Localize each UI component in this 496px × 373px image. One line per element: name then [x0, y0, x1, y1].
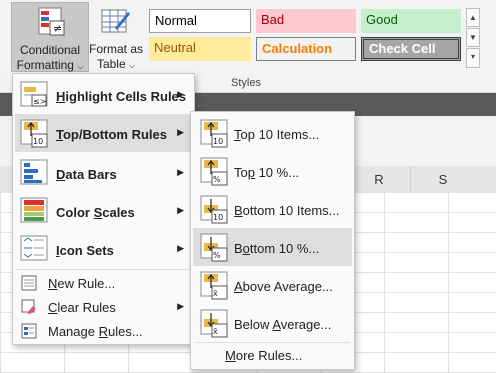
- format-as-table-icon: [101, 9, 130, 33]
- highlight-cells-icon: ≤>: [20, 81, 48, 107]
- submenu-item-label: Bottom 10 Items...: [234, 203, 340, 218]
- submenu-item-label: Top 10 Items...: [234, 127, 320, 142]
- bottom-rule-icon: x̄: [200, 309, 228, 338]
- menu-item-manage-rules[interactable]: Manage Rules...: [15, 319, 192, 343]
- top-bottom-submenu: 10 Top 10 Items...% Top 10 %... 10 Bottom 10…: [190, 111, 355, 370]
- chevron-down-icon: ⌵: [77, 62, 84, 71]
- conditional-formatting-label-1: Conditional: [19, 43, 81, 57]
- svg-text:%: %: [213, 251, 221, 260]
- submenu-item[interactable]: 10 Top 10 Items...: [193, 114, 352, 152]
- style-bad[interactable]: Bad: [256, 9, 356, 33]
- format-as-table-label-1: Format as: [88, 42, 143, 56]
- menu-item-label: Icon Sets: [56, 243, 114, 258]
- icon-sets-icon: [20, 235, 48, 261]
- submenu-item-label: More Rules...: [225, 348, 303, 363]
- submenu-item-label: Below Average...: [234, 317, 332, 332]
- svg-text:≤>: ≤>: [33, 97, 46, 106]
- style-neutral-label: Neutral: [154, 40, 196, 55]
- submenu-item-label: Top 10 %...: [234, 165, 300, 180]
- submenu-item[interactable]: x̄ Above Average...: [193, 266, 352, 304]
- submenu-item[interactable]: % Bottom 10 %...: [193, 228, 352, 266]
- format-as-table-button[interactable]: Format as Table ⌵: [88, 2, 144, 72]
- conditional-formatting-button[interactable]: ≠ Conditional Formatting ⌵: [11, 2, 89, 72]
- color-scales-icon: [20, 197, 48, 223]
- menu-item-clear-rules[interactable]: Clear Rules ▶: [15, 295, 192, 319]
- menu-item-label: Clear Rules: [48, 300, 116, 315]
- top-rule-icon: 10: [200, 119, 228, 148]
- menu-item-highlight-cells-rules[interactable]: ≤> Highlight Cells Rules ▶: [15, 76, 192, 114]
- svg-text:x̄: x̄: [213, 327, 218, 336]
- submenu-item-label: Above Average...: [234, 279, 333, 294]
- format-as-table-label-2: Table ⌵: [96, 57, 136, 71]
- bottom-rule-icon: %: [200, 233, 228, 262]
- menu-item-new-rule[interactable]: New Rule...: [15, 271, 192, 295]
- chevron-right-icon: ▶: [177, 205, 184, 215]
- svg-text:≠: ≠: [53, 22, 62, 35]
- submenu-item-label: Bottom 10 %...: [234, 241, 320, 256]
- conditional-formatting-icon: ≠: [38, 7, 65, 36]
- column-header-s[interactable]: S: [410, 166, 475, 192]
- submenu-item-more-rules[interactable]: More Rules...: [193, 344, 352, 366]
- submenu-item[interactable]: 10 Bottom 10 Items...: [193, 190, 352, 228]
- svg-text:%: %: [213, 175, 221, 184]
- submenu-item[interactable]: % Top 10 %...: [193, 152, 352, 190]
- chevron-right-icon: ▶: [177, 89, 184, 99]
- style-check-cell[interactable]: Check Cell: [361, 37, 461, 61]
- style-bad-label: Bad: [261, 12, 285, 27]
- menu-item-data-bars[interactable]: Data Bars ▶: [15, 154, 192, 192]
- menu-item-color-scales[interactable]: Color Scales ▶: [15, 192, 192, 230]
- top-rule-icon: %: [200, 157, 228, 186]
- svg-text:10: 10: [213, 213, 223, 222]
- clear-rules-icon: [21, 299, 36, 314]
- gallery-scroll: ▲ ▼ ▾: [466, 8, 480, 68]
- style-normal-label: Normal: [155, 13, 197, 28]
- svg-text:x̄: x̄: [213, 289, 218, 298]
- bottom-rule-icon: 10: [200, 195, 228, 224]
- menu-item-label: Manage Rules...: [48, 324, 143, 339]
- chevron-right-icon: ▶: [177, 127, 184, 137]
- chevron-right-icon: ▶: [177, 243, 184, 253]
- conditional-formatting-menu: ≤> Highlight Cells Rules ▶ 10 Top/Bottom…: [12, 73, 195, 345]
- menu-item-label: Top/Bottom Rules: [56, 127, 167, 142]
- top-bottom-icon: 10: [20, 119, 48, 148]
- chevron-down-icon: ⌵: [128, 61, 136, 70]
- menu-item-label: New Rule...: [48, 276, 116, 291]
- style-calculation-label: Calculation: [262, 41, 333, 56]
- menu-item-icon-sets[interactable]: Icon Sets ▶: [15, 230, 192, 268]
- top-rule-icon: x̄: [200, 271, 228, 300]
- submenu-separator: [195, 342, 350, 343]
- style-calculation[interactable]: Calculation: [256, 37, 356, 61]
- data-bars-icon: [20, 159, 48, 185]
- manage-rules-icon: [21, 323, 37, 339]
- submenu-item[interactable]: x̄ Below Average...: [193, 304, 352, 342]
- style-normal[interactable]: Normal: [149, 9, 251, 33]
- gallery-up-icon[interactable]: ▲: [466, 8, 480, 27]
- svg-text:10: 10: [213, 137, 223, 146]
- chevron-right-icon: ▶: [177, 301, 184, 311]
- new-rule-icon: [21, 275, 37, 291]
- column-header-r[interactable]: R: [346, 166, 411, 192]
- style-good[interactable]: Good: [361, 9, 461, 33]
- gallery-down-icon[interactable]: ▼: [466, 28, 480, 47]
- menu-item-label: Highlight Cells Rules: [56, 89, 187, 104]
- chevron-right-icon: ▶: [177, 167, 184, 177]
- menu-item-label: Color Scales: [56, 205, 135, 220]
- style-good-label: Good: [366, 12, 398, 27]
- style-neutral[interactable]: Neutral: [149, 37, 251, 61]
- menu-item-label: Data Bars: [56, 167, 117, 182]
- gallery-more-icon[interactable]: ▾: [466, 48, 480, 68]
- menu-item-top-bottom-rules[interactable]: 10 Top/Bottom Rules ▶: [15, 114, 192, 152]
- svg-text:10: 10: [33, 137, 43, 146]
- menu-separator: [17, 269, 190, 270]
- style-check-cell-label: Check Cell: [369, 41, 436, 56]
